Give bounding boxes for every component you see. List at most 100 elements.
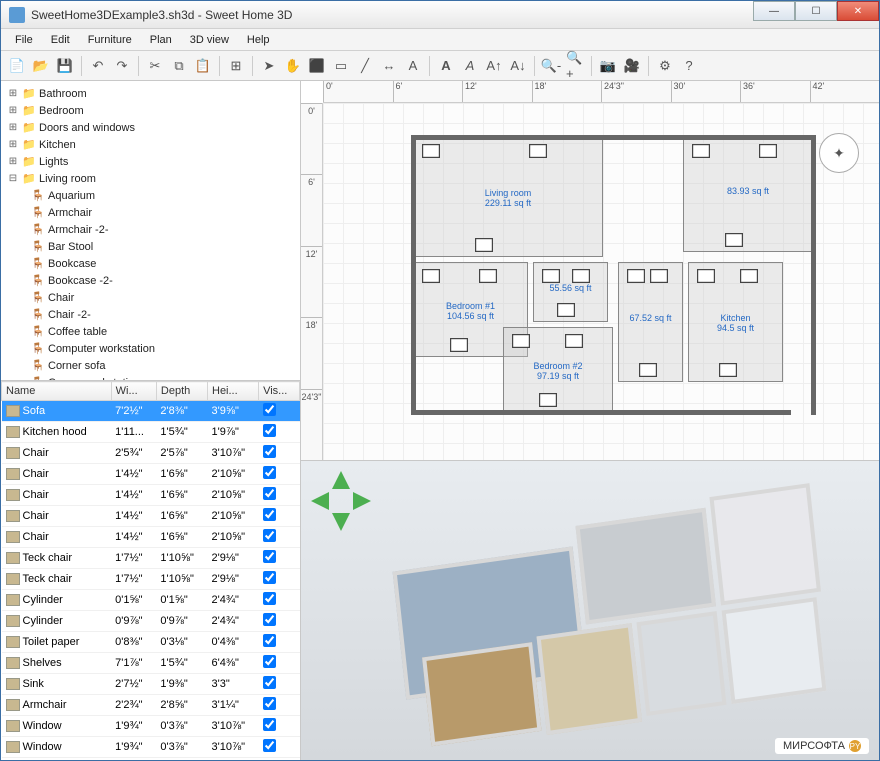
table-row[interactable]: Teck chair1'7½"1'10⅝"2'9⅛": [2, 569, 300, 590]
room[interactable]: 83.93 sq ft: [683, 137, 813, 252]
visible-checkbox[interactable]: [263, 655, 276, 668]
tree-item[interactable]: 🪑Chair: [31, 289, 298, 306]
furniture-object[interactable]: [529, 144, 547, 158]
video-icon[interactable]: 🎥: [622, 56, 642, 76]
room[interactable]: Kitchen94.5 sq ft: [688, 262, 783, 382]
tree-category[interactable]: ⊟📁Living room: [3, 170, 298, 187]
tree-item[interactable]: 🪑Bar Stool: [31, 238, 298, 255]
visible-checkbox[interactable]: [263, 529, 276, 542]
tree-category[interactable]: ⊞📁Bathroom: [3, 85, 298, 102]
furniture-object[interactable]: [697, 269, 715, 283]
table-row[interactable]: Chair1'4½"1'6⅝"2'10⅝": [2, 506, 300, 527]
furniture-object[interactable]: [475, 238, 493, 252]
text-icon[interactable]: A: [403, 56, 423, 76]
furniture-object[interactable]: [557, 303, 575, 317]
table-row[interactable]: Window1'9¾"0'3⅞"3'10⅞": [2, 737, 300, 758]
bold-icon[interactable]: A: [436, 56, 456, 76]
visible-checkbox[interactable]: [263, 613, 276, 626]
photo-icon[interactable]: 📷: [598, 56, 618, 76]
expand-icon[interactable]: ⊟: [7, 173, 19, 184]
expand-icon[interactable]: ⊞: [7, 122, 19, 133]
table-row[interactable]: Chair2'5¾"2'5⅞"3'10⅞": [2, 443, 300, 464]
tree-item[interactable]: 🪑Bookcase -2-: [31, 272, 298, 289]
expand-icon[interactable]: ⊞: [7, 88, 19, 99]
new-icon[interactable]: 📄: [7, 56, 27, 76]
table-row[interactable]: Kitchen hood1'11...1'5¾"1'9⅞": [2, 422, 300, 443]
table-row[interactable]: Cylinder0'1⅝"0'1⅝"2'4¾": [2, 590, 300, 611]
size-up-icon[interactable]: A↑: [484, 56, 504, 76]
visible-checkbox[interactable]: [263, 634, 276, 647]
zoom-out-icon[interactable]: 🔍-: [541, 56, 561, 76]
furniture-object[interactable]: [422, 269, 440, 283]
expand-icon[interactable]: ⊞: [7, 139, 19, 150]
visible-checkbox[interactable]: [263, 592, 276, 605]
table-row[interactable]: Shelves7'1⅞"1'5¾"6'4⅜": [2, 653, 300, 674]
nav-left-icon[interactable]: [311, 492, 329, 510]
3d-view[interactable]: МИРСОФТА PY: [301, 461, 879, 760]
menu-help[interactable]: Help: [239, 31, 278, 49]
furniture-object[interactable]: [479, 269, 497, 283]
tree-item[interactable]: 🪑Corner workstation: [31, 374, 298, 381]
tree-item[interactable]: 🪑Bookcase: [31, 255, 298, 272]
tree-category[interactable]: ⊞📁Lights: [3, 153, 298, 170]
visible-checkbox[interactable]: [263, 697, 276, 710]
tree-item[interactable]: 🪑Corner sofa: [31, 357, 298, 374]
menu-furniture[interactable]: Furniture: [80, 31, 140, 49]
tree-item[interactable]: 🪑Aquarium: [31, 187, 298, 204]
wall-icon[interactable]: ⬛: [307, 56, 327, 76]
visible-checkbox[interactable]: [263, 676, 276, 689]
furniture-object[interactable]: [650, 269, 668, 283]
open-icon[interactable]: 📂: [31, 56, 51, 76]
tree-category[interactable]: ⊞📁Doors and windows: [3, 119, 298, 136]
column-header[interactable]: Name: [2, 382, 112, 401]
visible-checkbox[interactable]: [263, 466, 276, 479]
pan-icon[interactable]: ✋: [283, 56, 303, 76]
zoom-in-icon[interactable]: 🔍+: [565, 56, 585, 76]
room[interactable]: 67.52 sq ft: [618, 262, 683, 382]
plan-canvas[interactable]: ✦ Living room229.11 sq ft83.93 sq ftBedr…: [323, 103, 879, 460]
menu-file[interactable]: File: [7, 31, 41, 49]
nav-down-icon[interactable]: [332, 513, 350, 531]
tree-item[interactable]: 🪑Computer workstation: [31, 340, 298, 357]
visible-checkbox[interactable]: [263, 718, 276, 731]
furniture-object[interactable]: [539, 393, 557, 407]
close-button[interactable]: ✕: [837, 1, 879, 21]
size-down-icon[interactable]: A↓: [508, 56, 528, 76]
table-row[interactable]: Armchair2'2¾"2'8⅝"3'1¼": [2, 695, 300, 716]
expand-icon[interactable]: ⊞: [7, 105, 19, 116]
wall[interactable]: [411, 135, 416, 415]
table-row[interactable]: Sink2'7½"1'9⅜"3'3": [2, 674, 300, 695]
prefs-icon[interactable]: ⚙: [655, 56, 675, 76]
dimension-icon[interactable]: ↔: [379, 56, 399, 76]
line-icon[interactable]: ╱: [355, 56, 375, 76]
nav-up-icon[interactable]: [332, 471, 350, 489]
visible-checkbox[interactable]: [263, 508, 276, 521]
visible-checkbox[interactable]: [263, 424, 276, 437]
tree-category[interactable]: ⊞📁Kitchen: [3, 136, 298, 153]
copy-icon[interactable]: ⧉: [169, 56, 189, 76]
visible-checkbox[interactable]: [263, 550, 276, 563]
table-row[interactable]: Sofa7'2½"2'8⅜"3'9⅝": [2, 401, 300, 422]
tree-category[interactable]: ⊞📁Bedroom: [3, 102, 298, 119]
maximize-button[interactable]: ☐: [795, 1, 837, 21]
furniture-object[interactable]: [740, 269, 758, 283]
furniture-object[interactable]: [512, 334, 530, 348]
furniture-object[interactable]: [692, 144, 710, 158]
column-header[interactable]: Wi...: [111, 382, 156, 401]
table-row[interactable]: Window1'9¾"0'3⅞"3'10⅞": [2, 716, 300, 737]
wall[interactable]: [411, 135, 816, 140]
table-row[interactable]: Window1'9¾"0'3⅞"3'10⅞": [2, 758, 300, 761]
undo-icon[interactable]: ↶: [88, 56, 108, 76]
furniture-object[interactable]: [422, 144, 440, 158]
nav-pad[interactable]: [311, 471, 371, 531]
menu-plan[interactable]: Plan: [142, 31, 180, 49]
furniture-object[interactable]: [542, 269, 560, 283]
table-row[interactable]: Toilet paper0'8⅜"0'3⅛"0'4⅜": [2, 632, 300, 653]
tree-item[interactable]: 🪑Chair -2-: [31, 306, 298, 323]
table-row[interactable]: Cylinder0'9⅞"0'9⅞"2'4¾": [2, 611, 300, 632]
table-row[interactable]: Chair1'4½"1'6⅝"2'10⅝": [2, 527, 300, 548]
column-header[interactable]: Hei...: [208, 382, 259, 401]
visible-checkbox[interactable]: [263, 445, 276, 458]
minimize-button[interactable]: —: [753, 1, 795, 21]
furniture-list[interactable]: NameWi...DepthHei...Vis... Sofa7'2½"2'8⅜…: [1, 381, 300, 760]
